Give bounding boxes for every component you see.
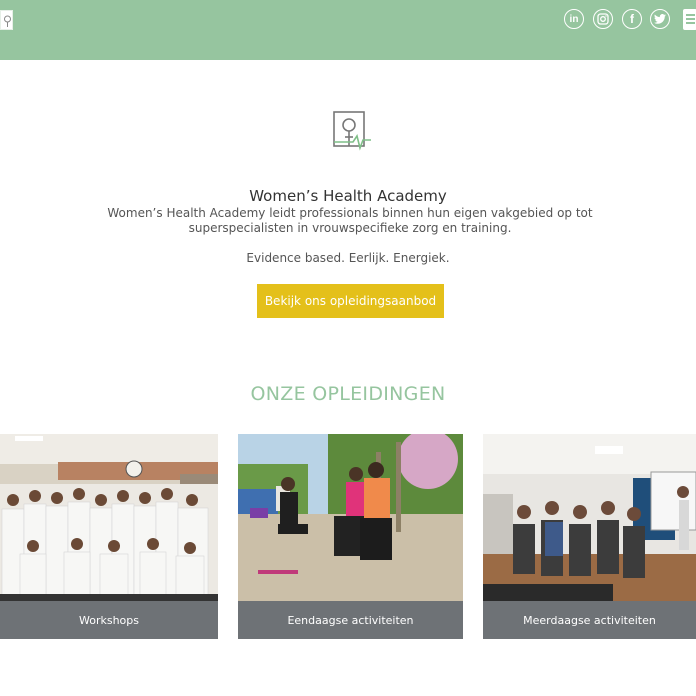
menu-icon-bar bbox=[686, 18, 695, 20]
course-card-eendaagse[interactable]: Eendaagse activiteiten bbox=[238, 434, 463, 639]
course-card-meerdaagse[interactable]: Meerdaagse activiteiten bbox=[483, 434, 696, 639]
course-card-label: Meerdaagse activiteiten bbox=[483, 601, 696, 639]
hero-description: Women’s Health Academy leidt professiona… bbox=[107, 206, 593, 235]
logo-link[interactable] bbox=[0, 10, 13, 30]
facebook-glyph: f bbox=[630, 12, 634, 26]
section-title: ONZE OPLEIDINGEN bbox=[250, 383, 446, 405]
course-card-label: Eendaagse activiteiten bbox=[238, 601, 463, 639]
twitter-icon[interactable] bbox=[650, 9, 670, 29]
linkedin-glyph: in bbox=[569, 13, 579, 25]
header-bar: in f bbox=[0, 0, 696, 60]
hero-tagline: Evidence based. Eerlijk. Energiek. bbox=[246, 251, 450, 265]
linkedin-icon[interactable]: in bbox=[564, 9, 584, 29]
menu-button[interactable] bbox=[683, 9, 696, 30]
logo-icon bbox=[4, 15, 11, 27]
facebook-icon[interactable]: f bbox=[622, 9, 642, 29]
menu-icon-bar bbox=[686, 14, 695, 16]
academy-logo-icon bbox=[333, 111, 371, 151]
instagram-icon[interactable] bbox=[593, 9, 613, 29]
instagram-glyph bbox=[597, 13, 609, 25]
twitter-glyph bbox=[654, 14, 666, 24]
page-title: Women’s Health Academy bbox=[249, 187, 447, 205]
course-card-workshops[interactable]: Workshops bbox=[0, 434, 218, 639]
view-courses-button[interactable]: Bekijk ons opleidingsaanbod bbox=[257, 284, 444, 318]
course-card-label: Workshops bbox=[0, 601, 218, 639]
menu-icon-bar bbox=[686, 22, 695, 24]
